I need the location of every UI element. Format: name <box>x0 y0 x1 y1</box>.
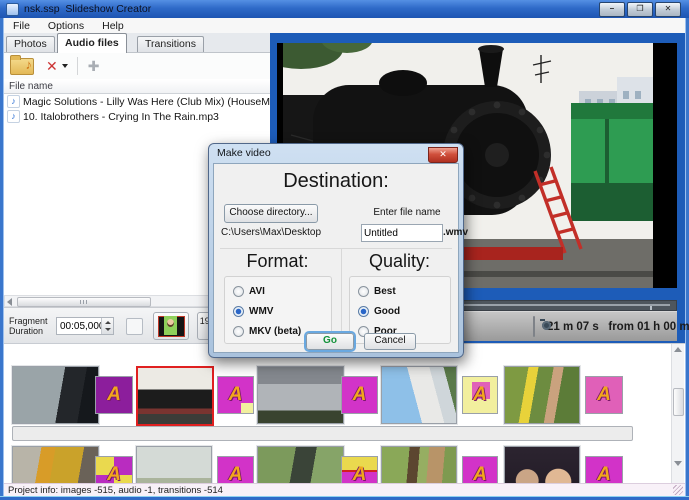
thumb-transition[interactable]: A <box>95 456 133 484</box>
radio-avi[interactable]: AVI <box>233 285 265 297</box>
list-item[interactable]: ♪ 10. Italobrothers - Crying In The Rain… <box>4 109 270 124</box>
timeline: A A A A A A A A A A <box>4 343 685 484</box>
scrollbar-thumb[interactable] <box>673 388 684 416</box>
thumb-transition[interactable]: A <box>585 376 623 414</box>
audio-track-bar[interactable] <box>12 426 633 441</box>
delete-icon[interactable]: ✕ <box>46 58 58 75</box>
thumb-photo-couple-field[interactable] <box>504 366 580 424</box>
time-indicator: 21 m 07 s from 01 h 00 m <box>547 321 689 333</box>
thumb-photo-park[interactable] <box>257 446 344 484</box>
camera-icon <box>542 321 551 330</box>
dialog-close-button[interactable]: ✕ <box>428 147 458 163</box>
radio-wmv[interactable]: WMV <box>233 305 273 317</box>
thumb-transition[interactable]: A <box>341 376 378 414</box>
window-border-bottom <box>0 496 689 500</box>
destination-path: C:\Users\Max\Desktop <box>221 227 321 238</box>
thumb-transition[interactable]: A <box>341 456 378 484</box>
choose-directory-button[interactable]: Choose directory... <box>224 204 318 223</box>
file-name-label: Enter file name <box>362 207 452 218</box>
face-icon <box>167 319 174 327</box>
file-name-input[interactable] <box>361 224 443 242</box>
scroll-up-icon[interactable] <box>674 347 682 352</box>
timeline-row: A A A A A <box>4 364 674 426</box>
apply-to-all-checkbox[interactable] <box>126 318 143 335</box>
cancel-button[interactable]: Cancel <box>364 333 416 350</box>
scroll-left-icon[interactable] <box>7 298 12 306</box>
title-bar[interactable]: nsk.ssp Slideshow Creator – ❐ ✕ <box>0 0 689 18</box>
format-heading: Format: <box>214 251 341 272</box>
vertical-scrollbar[interactable] <box>671 344 684 484</box>
status-bar: Project info: images -515, audio -1, tra… <box>4 483 685 496</box>
timeline-row: A A A A A <box>4 444 674 484</box>
radio-good[interactable]: Good <box>358 305 400 317</box>
add-audio-folder-icon[interactable]: ♪ <box>10 58 34 75</box>
minimize-button[interactable]: – <box>599 2 625 17</box>
thumb-photo-industrial[interactable] <box>12 446 99 484</box>
tab-strip: Photos Audio files Transitions <box>4 33 270 53</box>
window-title: nsk.ssp Slideshow Creator <box>24 3 151 15</box>
tab-transitions[interactable]: Transitions <box>137 36 204 52</box>
app-window: nsk.ssp Slideshow Creator – ❐ ✕ File Opt… <box>0 0 689 500</box>
menu-options[interactable]: Options <box>39 20 93 32</box>
thumb-photo-rotated-building[interactable] <box>381 366 457 424</box>
scrollbar-thumb[interactable] <box>17 297 151 307</box>
window-border-right <box>685 18 689 496</box>
file-name-column-header[interactable]: File name <box>4 80 270 94</box>
resize-grip[interactable] <box>673 485 683 495</box>
fragment-duration-label: Fragment Duration <box>9 316 51 336</box>
thumb-photo-train-selected[interactable] <box>136 366 214 426</box>
thumb-photo-couple-indoor[interactable] <box>504 446 580 484</box>
preview-frame-button[interactable] <box>153 312 189 340</box>
dialog-title: Make video <box>217 147 271 159</box>
thumb-photo-reeds[interactable] <box>136 446 212 484</box>
seek-handle[interactable] <box>650 306 652 310</box>
thumb-photo-office[interactable] <box>12 366 99 424</box>
make-video-dialog: Make video ✕ Destination: Choose directo… <box>208 143 464 358</box>
tab-audio-files[interactable]: Audio files <box>57 33 127 53</box>
scroll-down-icon[interactable] <box>674 461 682 466</box>
thumb-photo-deer[interactable] <box>381 446 457 484</box>
project-info: Project info: images -515, audio -1, tra… <box>8 485 223 496</box>
go-button[interactable]: Go <box>306 333 354 350</box>
divider <box>220 248 452 249</box>
audio-toolbar: ♪ ✕ ✚ <box>4 53 270 79</box>
fragment-duration-spinner[interactable] <box>56 317 114 335</box>
app-icon <box>6 3 19 16</box>
menu-file[interactable]: File <box>4 20 39 32</box>
thumb-photo-clouds[interactable] <box>257 366 344 424</box>
thumb-transition[interactable]: A <box>585 456 623 484</box>
destination-heading: Destination: <box>214 170 458 193</box>
snapshot-button[interactable] <box>533 316 535 337</box>
thumb-transition[interactable]: A <box>217 456 254 484</box>
menu-help[interactable]: Help <box>93 20 133 32</box>
close-button[interactable]: ✕ <box>655 2 681 17</box>
quality-heading: Quality: <box>341 251 458 272</box>
radio-best[interactable]: Best <box>358 285 396 297</box>
maximize-button[interactable]: ❐ <box>627 2 653 17</box>
thumb-transition[interactable]: A <box>462 376 498 414</box>
music-note-icon: ♪ <box>7 110 20 123</box>
thumb-transition[interactable]: A <box>462 456 498 484</box>
music-note-icon: ♪ <box>7 95 20 108</box>
spinner-buttons[interactable] <box>101 318 113 334</box>
radio-mkv[interactable]: MKV (beta) <box>233 325 301 337</box>
dialog-body: Destination: Choose directory... C:\User… <box>213 163 459 353</box>
file-extension: .wmv <box>443 227 468 238</box>
fragment-duration-input[interactable] <box>57 318 104 333</box>
menu-bar: File Options Help <box>4 18 685 34</box>
tab-photos[interactable]: Photos <box>6 36 55 52</box>
delete-dropdown-icon[interactable] <box>62 64 68 68</box>
toolbar-separator <box>77 57 78 75</box>
add-icon[interactable]: ✚ <box>88 58 100 75</box>
thumb-transition[interactable]: A <box>95 376 133 414</box>
list-item[interactable]: ♪ Magic Solutions - Lilly Was Here (Club… <box>4 94 270 109</box>
thumb-transition[interactable]: A <box>217 376 254 414</box>
